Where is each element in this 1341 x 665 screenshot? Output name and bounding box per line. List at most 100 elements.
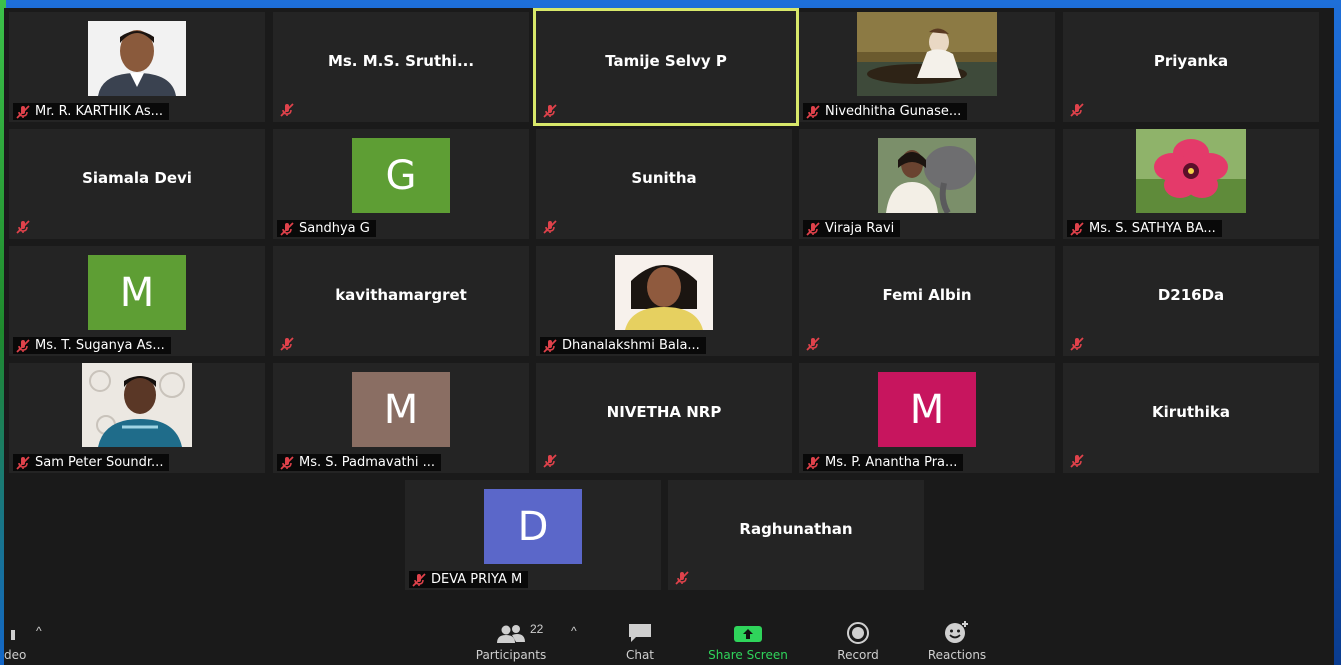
participant-name-label: Dhanalakshmi Bala... [540,337,706,354]
muted-mic-icon [1069,102,1085,118]
participant-tile[interactable]: D DEVA PRIYA M [405,480,661,590]
avatar: M [878,372,976,447]
participant-photo [82,363,192,447]
participant-name-label: Ms. T. Suganya As... [13,337,171,354]
participant-display-name: Kiruthika [1152,403,1230,421]
participant-tile[interactable]: Femi Albin [799,246,1055,356]
participant-tile[interactable]: Tamije Selvy P [533,8,799,126]
video-options-caret[interactable]: ^ [36,624,42,638]
participant-name-label: DEVA PRIYA M [409,571,529,588]
participant-tile[interactable]: Siamala Devi [9,129,265,239]
reactions-icon [943,620,971,644]
avatar: M [352,372,450,447]
participant-tile[interactable]: M Ms. S. Padmavathi ... [273,363,529,473]
participant-tile[interactable]: Ms. M.S. Sruthi... [273,12,529,122]
muted-mic-icon [542,103,558,119]
participant-display-name: Sunitha [631,169,697,187]
muted-mic-icon [279,102,295,118]
participant-tile[interactable]: M Ms. T. Suganya As... [9,246,265,356]
muted-mic-icon [805,104,821,120]
participant-name: Nivedhitha Gunase... [825,104,962,119]
muted-mic-icon [805,221,821,237]
participant-name: Ms. S. Padmavathi ... [299,455,436,470]
participant-tile[interactable]: Kiruthika [1063,363,1319,473]
video-icon [11,620,19,644]
muted-mic-icon [411,572,427,588]
participant-name-label: Viraja Ravi [803,220,901,237]
participant-photo [857,12,997,96]
participant-tile[interactable]: Viraja Ravi [799,129,1055,239]
muted-mic-icon [15,338,31,354]
participant-photo [88,21,186,96]
muted-mic-icon [1069,221,1085,237]
share-screen-label: Share Screen [708,648,788,662]
reactions-button[interactable]: Reactions [922,620,992,662]
participant-name: Ms. P. Anantha Pra... [825,455,958,470]
participant-tile[interactable]: Nivedhitha Gunase... [799,12,1055,122]
participant-name: Viraja Ravi [825,221,895,236]
participant-name-label: Ms. P. Anantha Pra... [803,454,964,471]
participant-display-name: Priyanka [1153,52,1229,70]
avatar: G [352,138,450,213]
muted-mic-icon [805,336,821,352]
participants-label: Participants [475,648,547,662]
muted-mic-icon [15,455,31,471]
record-button[interactable]: Record [832,620,884,662]
avatar: M [88,255,186,330]
participant-display-name: NIVETHA NRP [606,403,722,421]
participant-tile[interactable]: Priyanka [1063,12,1319,122]
participant-display-name: kavithamargret [335,286,467,304]
muted-mic-icon [1069,453,1085,469]
reactions-label: Reactions [927,648,987,662]
share-screen-icon [733,620,763,644]
muted-mic-icon [674,570,690,586]
participant-display-name: Ms. M.S. Sruthi... [327,52,475,70]
participants-count: 22 [530,622,544,636]
participant-display-name: D216Da [1157,286,1225,304]
participant-tile[interactable]: G Sandhya G [273,129,529,239]
muted-mic-icon [15,219,31,235]
muted-mic-icon [542,219,558,235]
muted-mic-icon [279,336,295,352]
participant-tile[interactable]: Dhanalakshmi Bala... [536,246,792,356]
participant-display-name: Siamala Devi [82,169,192,187]
participant-tile[interactable]: Mr. R. KARTHIK As... [9,12,265,122]
participant-tile[interactable]: kavithamargret [273,246,529,356]
record-label: Record [837,648,879,662]
participant-name-label: Sandhya G [277,220,376,237]
video-button[interactable]: deo [4,620,26,662]
participants-icon [496,620,526,644]
participant-photo [1136,129,1246,213]
avatar: D [484,489,582,564]
participant-tile[interactable]: Sunitha [536,129,792,239]
participant-name: Mr. R. KARTHIK As... [35,104,164,119]
muted-mic-icon [542,453,558,469]
muted-mic-icon [1069,336,1085,352]
participant-name: Ms. S. SATHYA BA... [1089,221,1216,236]
meeting-window: Mr. R. KARTHIK As... Ms. M.S. Sruthi... Ta… [4,8,1334,665]
participant-display-name: Femi Albin [882,286,972,304]
participant-tile[interactable]: NIVETHA NRP [536,363,792,473]
participant-name-label: Sam Peter Soundr... [13,454,170,471]
muted-mic-icon [15,104,31,120]
muted-mic-icon [279,221,295,237]
participant-name: Dhanalakshmi Bala... [562,338,700,353]
participant-name-label: Ms. S. SATHYA BA... [1067,220,1222,237]
record-icon [846,620,870,644]
participant-name: Ms. T. Suganya As... [35,338,165,353]
participant-tile[interactable]: M Ms. P. Anantha Pra... [799,363,1055,473]
participant-name-label: Ms. S. Padmavathi ... [277,454,442,471]
participant-tile[interactable]: Raghunathan [668,480,924,590]
participant-name: Sandhya G [299,221,370,236]
participants-options-caret[interactable]: ^ [571,624,577,638]
participant-tile[interactable]: Ms. S. SATHYA BA... [1063,129,1319,239]
chat-button[interactable]: Chat [618,620,662,662]
participant-tile[interactable]: Sam Peter Soundr... [9,363,265,473]
meeting-toolbar: deo ^ Participants 22 ^ Chat Share Scree… [4,610,1334,665]
participant-tile[interactable]: D216Da [1063,246,1319,356]
participant-display-name: Tamije Selvy P [605,52,727,70]
share-screen-button[interactable]: Share Screen [706,620,790,662]
muted-mic-icon [805,455,821,471]
participant-name-label: Mr. R. KARTHIK As... [13,103,170,120]
participant-display-name: Raghunathan [739,520,853,538]
